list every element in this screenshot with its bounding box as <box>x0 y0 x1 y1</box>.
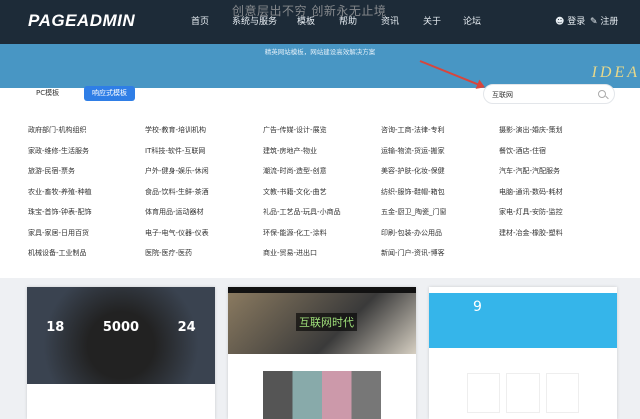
pencil-icon: ✎ <box>590 17 598 27</box>
template-preview: 互联网时代 <box>228 293 416 354</box>
category-link[interactable]: 机械设备-工业制品 <box>28 248 87 258</box>
register-link[interactable]: ✎ 注册 <box>590 14 618 27</box>
category-link[interactable]: 电子-电气-仪器-仪表 <box>145 228 209 238</box>
slogan-overlay: 创意层出不穷 创新永无止境 <box>232 4 387 18</box>
template-card[interactable]: 9 <box>429 287 617 419</box>
category-link[interactable]: 建筑-房地产-物业 <box>263 146 317 156</box>
preview-number: 9 <box>473 299 482 315</box>
template-card[interactable]: 18 5000 24 <box>27 287 215 419</box>
category-link[interactable]: 礼品-工艺品-玩具-小商品 <box>263 207 341 217</box>
category-link[interactable]: 咨询-工商-法律-专利 <box>381 125 445 135</box>
template-card[interactable]: 互联网时代 <box>228 287 416 419</box>
banner-subtitle: 精英网站模板，网站建设高效解决方案 <box>264 48 376 56</box>
category-link[interactable]: 体育用品-运动器材 <box>145 207 204 217</box>
tab-responsive-templates[interactable]: 响应式模板 <box>84 86 135 101</box>
user-icon: ☻ <box>555 17 565 27</box>
category-link[interactable]: 运输-物流-货运-搬家 <box>381 146 445 156</box>
category-link[interactable]: 餐饮-酒店-住宿 <box>499 146 546 156</box>
tab-pc-templates[interactable]: PC模板 <box>28 86 67 101</box>
login-link[interactable]: ☻ 登录 <box>555 14 585 27</box>
preview-headline: 互联网时代 <box>296 313 357 331</box>
category-link[interactable]: 食品-饮料-生鲜-茶酒 <box>145 187 209 197</box>
template-preview: 18 5000 24 <box>27 287 215 384</box>
category-link[interactable]: 旅游-民宿-票务 <box>28 166 75 176</box>
category-link[interactable]: 珠宝-首饰-钟表-配饰 <box>28 207 92 217</box>
stat: 5000 <box>102 320 140 335</box>
logo[interactable]: PAGEADMIN <box>28 11 135 31</box>
category-link[interactable]: 医院-医疗-医药 <box>145 248 192 258</box>
nav-item-home[interactable]: 首页 <box>191 14 209 27</box>
category-link[interactable]: 五金-厨卫_陶瓷_门窗 <box>381 207 447 217</box>
login-label: 登录 <box>567 17 586 27</box>
category-link[interactable]: 汽车-汽配-汽配服务 <box>499 166 560 176</box>
search-value: 互联网 <box>492 91 513 99</box>
banner-art: IDEA <box>591 64 640 81</box>
category-link[interactable]: 纺织-服饰-鞋帽-箱包 <box>381 187 445 197</box>
category-link[interactable]: 潮流-时尚-造型-创意 <box>263 166 327 176</box>
category-link[interactable]: 户外-健身-娱乐-休闲 <box>145 166 209 176</box>
category-link[interactable]: 电脑-通讯-数码-耗材 <box>499 187 563 197</box>
category-link[interactable]: 政府部门-机构组织 <box>28 125 87 135</box>
category-link[interactable]: 美容-护肤-化妆-保健 <box>381 166 445 176</box>
category-link[interactable]: 文教-书籍-文化-曲艺 <box>263 187 327 197</box>
category-link[interactable]: 环保-能源-化工-涂料 <box>263 228 327 238</box>
category-link[interactable]: 家具-家居-日用百货 <box>28 228 89 238</box>
register-label: 注册 <box>600 17 619 27</box>
category-link[interactable]: 印刷-包装-办公用品 <box>381 228 442 238</box>
stat: 24 <box>177 320 196 335</box>
nav-item-about[interactable]: 关于 <box>423 14 441 27</box>
category-link[interactable]: 家电-灯具-安防-监控 <box>499 207 563 217</box>
category-link[interactable]: 家政-维修-生活服务 <box>28 146 89 156</box>
category-link[interactable]: 商业-贸易-进出口 <box>263 248 317 258</box>
banner: 精英网站模板，网站建设高效解决方案 IDEA <box>0 44 640 88</box>
category-link[interactable]: 农业-畜牧-养殖-种植 <box>28 187 92 197</box>
search-input[interactable]: 互联网 <box>483 84 615 104</box>
category-link[interactable]: IT科技-软件-互联网 <box>145 146 205 156</box>
nav-item-forum[interactable]: 论坛 <box>463 14 481 27</box>
stat: 18 <box>46 320 65 335</box>
category-link[interactable]: 新闻-门户-资讯-博客 <box>381 248 445 258</box>
category-link[interactable]: 广告-传媒-设计-展览 <box>263 125 327 135</box>
search-icon[interactable] <box>598 90 606 98</box>
category-link[interactable]: 摄影-演出-婚庆-策划 <box>499 125 563 135</box>
template-preview: 9 <box>429 293 617 348</box>
category-link[interactable]: 学校-教育-培训机构 <box>145 125 206 135</box>
category-link[interactable]: 建材-冶金-橡胶-塑料 <box>499 228 563 238</box>
